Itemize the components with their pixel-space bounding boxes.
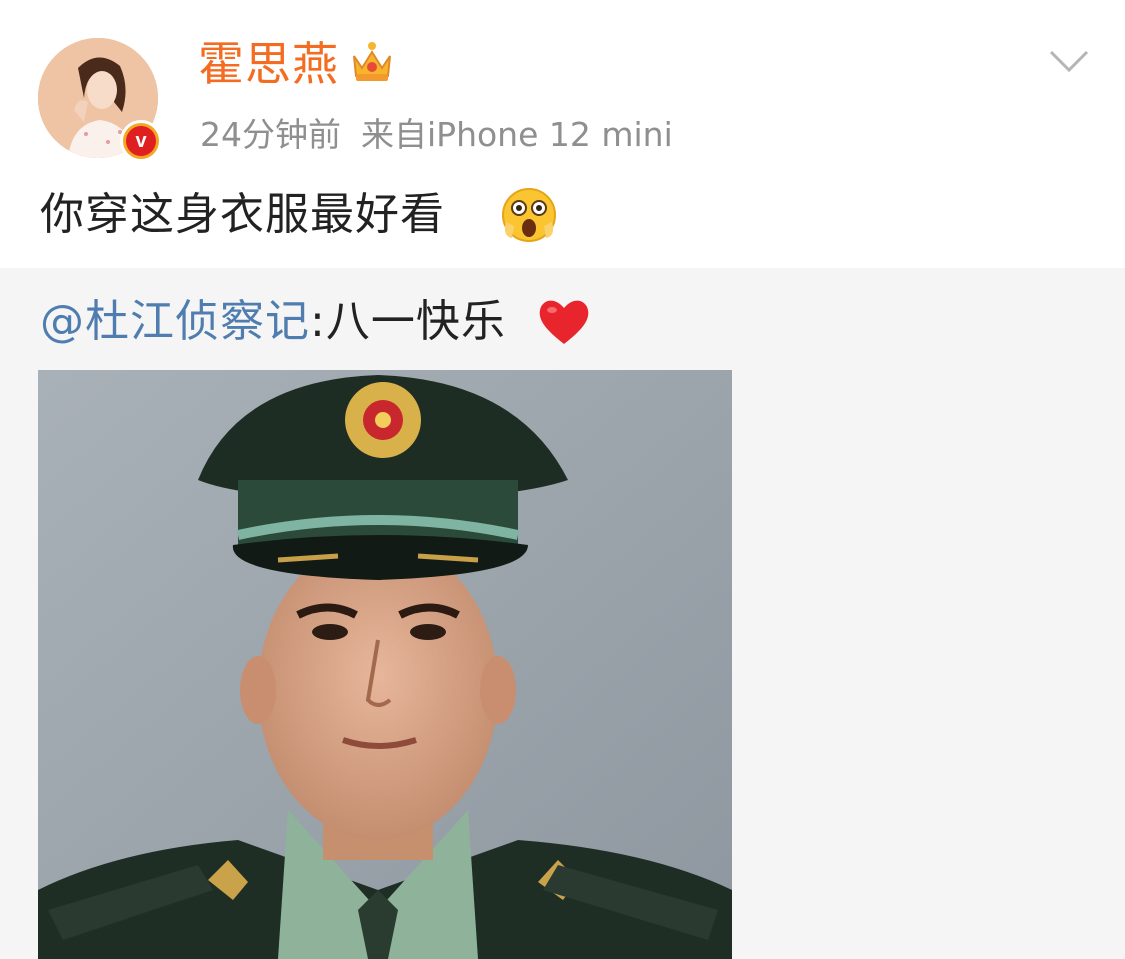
post-text: 你穿这身衣服最好看 xyxy=(40,189,445,240)
post-source: 来自iPhone 12 mini xyxy=(361,115,673,154)
verified-badge: v xyxy=(120,120,162,162)
repost-text-line: @杜江侦察记:八一快乐 xyxy=(40,292,506,352)
repost-mention[interactable]: @杜江侦察记 xyxy=(40,296,310,347)
post-header: v 霍思燕 24分钟前 来自iPhone 12 mini 你穿这身衣服最好看 xyxy=(0,0,1125,268)
repost-separator: : xyxy=(310,296,326,347)
chevron-down-icon[interactable] xyxy=(1048,46,1090,76)
post-time: 24分钟前 xyxy=(200,115,341,154)
verified-badge-letter: v xyxy=(126,126,156,156)
repost-text: 八一快乐 xyxy=(325,296,506,347)
repost-image[interactable] xyxy=(38,370,732,959)
post-meta: 24分钟前 来自iPhone 12 mini xyxy=(200,112,673,158)
surprised-emoji-icon xyxy=(502,188,556,242)
heart-icon xyxy=(539,300,589,344)
username[interactable]: 霍思燕 xyxy=(198,34,339,94)
crown-icon[interactable] xyxy=(348,40,396,84)
photo-soldier-portrait xyxy=(38,370,732,959)
